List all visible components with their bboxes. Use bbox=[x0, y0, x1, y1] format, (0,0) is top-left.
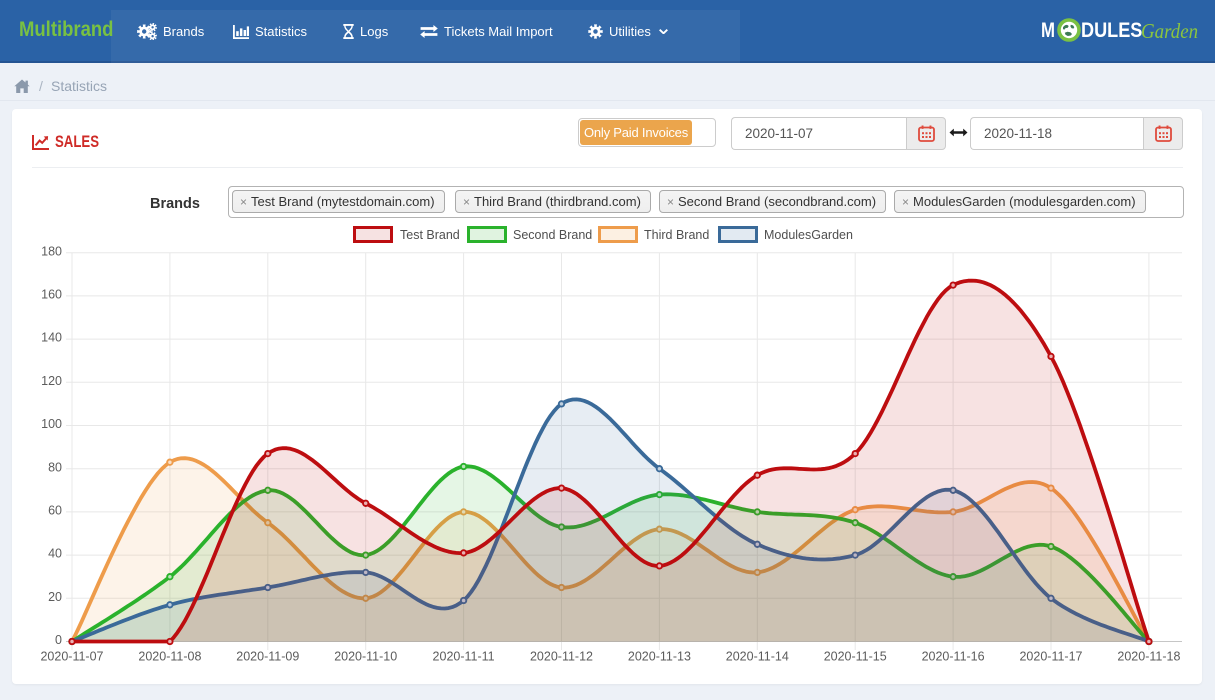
svg-text:100: 100 bbox=[41, 417, 62, 431]
svg-text:2020-11-16: 2020-11-16 bbox=[922, 650, 985, 664]
svg-text:20: 20 bbox=[48, 590, 62, 604]
svg-text:2020-11-11: 2020-11-11 bbox=[433, 650, 495, 664]
svg-text:0: 0 bbox=[55, 633, 62, 647]
svg-text:2020-11-09: 2020-11-09 bbox=[236, 650, 299, 664]
svg-text:2020-11-13: 2020-11-13 bbox=[628, 650, 691, 664]
svg-text:120: 120 bbox=[41, 374, 62, 388]
svg-text:2020-11-14: 2020-11-14 bbox=[726, 650, 789, 664]
svg-text:2020-11-10: 2020-11-10 bbox=[334, 650, 397, 664]
svg-text:2020-11-08: 2020-11-08 bbox=[138, 650, 201, 664]
svg-text:2020-11-18: 2020-11-18 bbox=[1117, 650, 1180, 664]
svg-text:2020-11-15: 2020-11-15 bbox=[824, 650, 887, 664]
svg-text:60: 60 bbox=[48, 503, 62, 517]
svg-text:180: 180 bbox=[41, 244, 62, 258]
svg-text:160: 160 bbox=[41, 287, 62, 301]
svg-text:2020-11-17: 2020-11-17 bbox=[1019, 650, 1082, 664]
svg-text:2020-11-12: 2020-11-12 bbox=[530, 650, 593, 664]
svg-text:2020-11-07: 2020-11-07 bbox=[40, 650, 103, 664]
svg-text:40: 40 bbox=[48, 547, 62, 561]
svg-text:140: 140 bbox=[41, 331, 62, 345]
svg-text:80: 80 bbox=[48, 460, 62, 474]
